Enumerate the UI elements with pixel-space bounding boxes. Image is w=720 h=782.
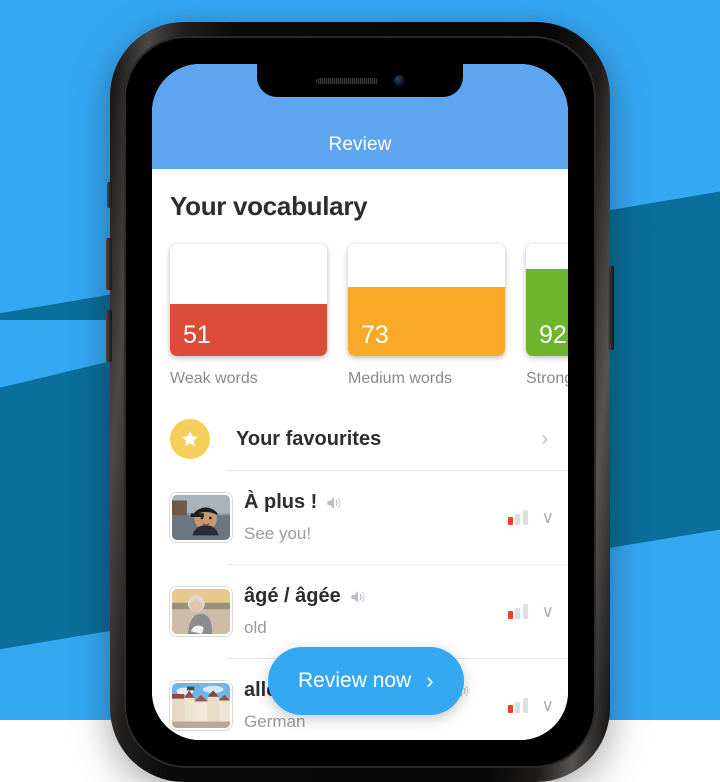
vocabulary-thumbnail bbox=[170, 681, 232, 730]
stat-card-strong-value: 92 bbox=[526, 323, 567, 356]
stat-card-medium-label: Medium words bbox=[348, 370, 505, 388]
chevron-down-icon[interactable]: ∨ bbox=[542, 696, 554, 716]
earpiece-speaker-icon bbox=[316, 78, 378, 84]
stat-card-strong[interactable]: 92 Strong words bbox=[526, 244, 568, 388]
page-title: Your vocabulary bbox=[152, 169, 568, 222]
app-header-title: Review bbox=[329, 134, 392, 156]
chevron-right-icon[interactable]: › bbox=[541, 428, 548, 451]
stat-card-strong-card: 92 bbox=[526, 244, 568, 356]
strength-indicator bbox=[508, 698, 528, 713]
speaker-icon[interactable] bbox=[325, 495, 343, 511]
front-camera-icon bbox=[394, 75, 405, 86]
stat-card-strong-label: Strong words bbox=[526, 370, 568, 388]
vocabulary-meta: ∨ bbox=[508, 602, 554, 622]
chevron-down-icon[interactable]: ∨ bbox=[542, 602, 554, 622]
vocabulary-term: âgé / âgée bbox=[244, 585, 341, 608]
vocabulary-meta: ∨ bbox=[508, 696, 554, 716]
stat-card-strong-fill: 92 bbox=[526, 269, 568, 356]
mute-switch-button[interactable] bbox=[107, 182, 112, 208]
strength-indicator bbox=[508, 510, 528, 525]
vocabulary-text: âgé / âgée old bbox=[244, 585, 508, 638]
vocabulary-term-row: âgé / âgée bbox=[244, 585, 508, 608]
chevron-down-icon[interactable]: ∨ bbox=[542, 508, 554, 528]
vocabulary-thumbnail bbox=[170, 493, 232, 542]
vocabulary-stats: 51 Weak words 73 Medium words bbox=[152, 222, 568, 388]
stat-card-medium-fill: 73 bbox=[348, 287, 505, 356]
stat-card-medium-value: 73 bbox=[348, 323, 389, 356]
stat-card-weak[interactable]: 51 Weak words bbox=[170, 244, 327, 388]
review-now-button[interactable]: Review now › bbox=[268, 647, 464, 715]
review-now-label: Review now bbox=[298, 669, 411, 693]
chevron-right-icon: › bbox=[426, 668, 433, 694]
strength-indicator bbox=[508, 604, 528, 619]
volume-up-button[interactable] bbox=[106, 238, 112, 290]
vocabulary-thumbnail bbox=[170, 587, 232, 636]
device-notch bbox=[257, 64, 463, 97]
vocabulary-term-row: À plus ! bbox=[244, 491, 508, 514]
speaker-icon[interactable] bbox=[349, 589, 367, 605]
vocabulary-meta: ∨ bbox=[508, 508, 554, 528]
vocabulary-term: À plus ! bbox=[244, 491, 317, 514]
stat-card-weak-card: 51 bbox=[170, 244, 327, 356]
vocabulary-text: À plus ! See you! bbox=[244, 491, 508, 544]
list-item-favourites[interactable]: Your favourites › bbox=[152, 408, 568, 470]
list-item-vocabulary[interactable]: À plus ! See you! bbox=[152, 471, 568, 564]
vocabulary-definition: German bbox=[244, 712, 508, 732]
power-button[interactable] bbox=[608, 266, 614, 350]
stat-card-medium[interactable]: 73 Medium words bbox=[348, 244, 505, 388]
star-icon bbox=[170, 419, 210, 459]
vocabulary-definition: old bbox=[244, 618, 508, 638]
stat-card-medium-card: 73 bbox=[348, 244, 505, 356]
phone-screen: Review Your vocabulary 51 Weak words bbox=[152, 64, 568, 740]
volume-down-button[interactable] bbox=[106, 310, 112, 362]
favourites-label: Your favourites bbox=[236, 428, 541, 451]
vocabulary-definition: See you! bbox=[244, 524, 508, 544]
stat-card-weak-fill: 51 bbox=[170, 304, 327, 356]
stat-card-weak-value: 51 bbox=[170, 323, 211, 356]
list-item-vocabulary[interactable]: âgé / âgée old bbox=[152, 565, 568, 658]
stat-card-weak-label: Weak words bbox=[170, 370, 327, 388]
